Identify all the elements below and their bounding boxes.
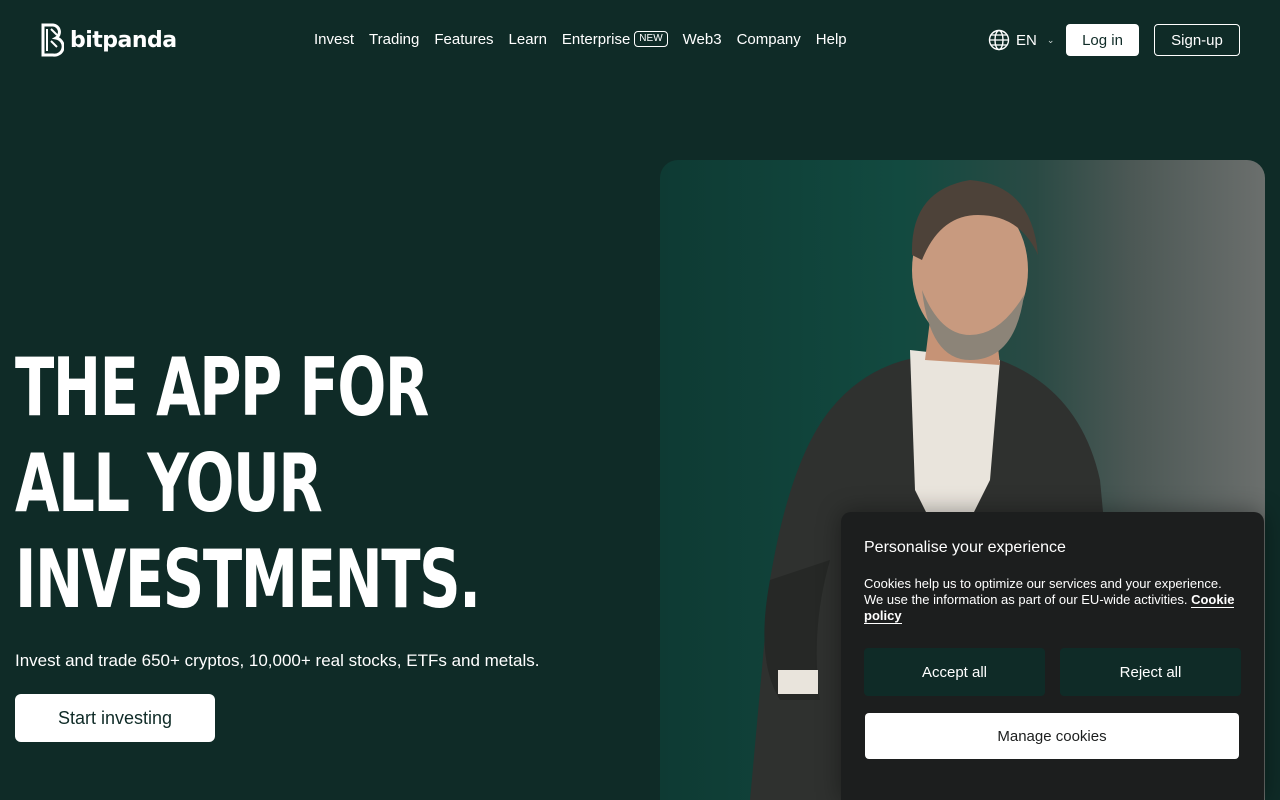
login-button[interactable]: Log in [1066,24,1139,56]
cookie-title: Personalise your experience [864,539,1066,556]
logo-text: bitpanda [70,27,177,53]
reject-all-button[interactable]: Reject all [1060,648,1241,696]
cookie-consent-dialog: Personalise your experience Cookies help… [841,512,1264,800]
hero-title: THE APP FOR ALL YOUR INVESTMENTS. [15,340,481,628]
new-badge: NEW [634,31,668,47]
signup-button[interactable]: Sign-up [1154,24,1240,56]
chevron-down-icon: ⌄ [1046,34,1055,45]
nav-learn[interactable]: Learn [509,31,547,48]
language-label: EN [1016,31,1037,49]
nav-web3[interactable]: Web3 [683,31,722,48]
hero-title-line: INVESTMENTS. [15,533,481,626]
nav-invest[interactable]: Invest [314,31,354,48]
bitpanda-logo-icon [41,23,64,57]
hero-subtitle: Invest and trade 650+ cryptos, 10,000+ r… [15,651,540,670]
globe-icon [988,29,1010,51]
nav-label: Company [736,30,801,48]
main-nav: Invest Trading Features Learn Enterprise… [314,28,862,50]
cookie-description: Cookies help us to optimize our services… [864,576,1242,624]
nav-label: Web3 [682,30,722,48]
hero-title-line: ALL YOUR [15,437,323,530]
bitpanda-logo[interactable]: bitpanda [40,22,177,58]
nav-label: Help [815,30,847,48]
hero-title-line: THE APP FOR [15,341,429,434]
language-selector[interactable]: EN ⌄ [988,29,1054,51]
accept-all-button[interactable]: Accept all [864,648,1045,696]
nav-label: Learn [508,30,547,48]
nav-company[interactable]: Company [737,31,801,48]
nav-label: Enterprise [561,30,631,48]
nav-enterprise[interactable]: Enterprise NEW [562,31,668,48]
nav-label: Invest [314,30,355,48]
nav-label: Trading [369,30,420,48]
site-header: bitpanda Invest Trading Features Learn E… [0,0,1280,80]
nav-trading[interactable]: Trading [369,31,419,48]
nav-label: Features [434,30,494,48]
manage-cookies-button[interactable]: Manage cookies [865,713,1239,759]
nav-help[interactable]: Help [816,31,847,48]
start-investing-button[interactable]: Start investing [15,694,215,742]
cookie-description-text: Cookies help us to optimize our services… [864,576,1222,607]
nav-features[interactable]: Features [434,31,493,48]
